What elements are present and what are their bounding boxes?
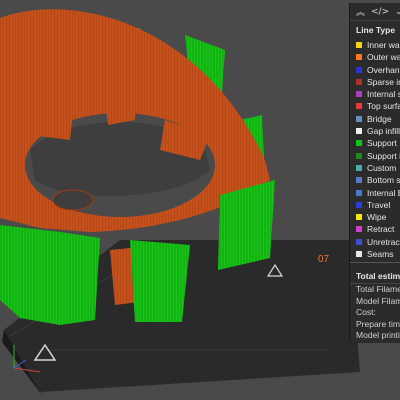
legend-swatch xyxy=(356,128,362,135)
legend-item[interactable]: Outer wa xyxy=(350,51,400,63)
legend-item-label: Gap infill xyxy=(367,126,400,137)
legend-item-label: Sparse in xyxy=(367,76,400,87)
legend-swatch xyxy=(356,42,362,48)
legend-swatch xyxy=(356,189,362,196)
estimation-row: Cost: xyxy=(356,307,376,318)
legend-item[interactable]: Wipe xyxy=(350,211,400,223)
code-brackets-icon[interactable]: </> xyxy=(371,7,389,17)
3d-viewport[interactable]: 07 xyxy=(0,0,400,400)
legend-item-label: Seams xyxy=(367,249,394,260)
legend-item[interactable]: Custom xyxy=(350,162,400,174)
divider xyxy=(350,262,400,269)
legend-item-label: Top surfa xyxy=(367,101,400,112)
legend-swatch xyxy=(356,54,362,61)
legend-item[interactable]: Retract xyxy=(350,223,400,235)
legend-swatch xyxy=(356,140,362,147)
legend-item-label: Unretract xyxy=(367,236,400,247)
legend-item[interactable]: Inner wal xyxy=(350,39,400,51)
legend-item[interactable]: Travel xyxy=(350,199,400,211)
legend-swatch xyxy=(356,78,362,85)
legend-item-label: Bridge xyxy=(367,113,392,124)
legend-item-label: Custom xyxy=(367,162,397,173)
legend-swatch xyxy=(356,66,362,73)
estimation-row: Model Filam xyxy=(356,295,400,306)
legend-item[interactable]: Seams xyxy=(350,248,400,260)
estimation-row: Prepare time xyxy=(356,318,400,329)
legend-item[interactable]: Sparse in xyxy=(350,76,400,88)
legend-item[interactable]: Support i xyxy=(350,150,400,162)
legend-swatch xyxy=(356,164,362,171)
legend-item[interactable]: Gap infill xyxy=(350,125,400,137)
legend-item-label: Bottom s xyxy=(367,175,400,186)
legend-swatch xyxy=(356,251,362,258)
legend-swatch xyxy=(356,177,362,184)
estimation-row: Total time: xyxy=(350,342,400,343)
double-chevron-up-icon[interactable]: ︽ xyxy=(356,5,365,18)
legend-swatch xyxy=(356,115,362,122)
chevron-down-icon[interactable]: ⌄ xyxy=(395,7,400,17)
legend-item[interactable]: Unretract xyxy=(350,236,400,248)
legend-item-label: Retract xyxy=(367,224,395,235)
legend-item[interactable]: Overhang xyxy=(350,64,400,76)
estimation-row: Model printi xyxy=(356,330,400,341)
legend-swatch xyxy=(356,91,362,98)
legend-item-label: Support i xyxy=(367,150,400,161)
legend-swatch xyxy=(356,226,362,233)
estimation-row: Total Filame xyxy=(356,284,400,295)
legend-item-label: Overhang xyxy=(367,64,400,75)
legend-toolbar: ︽ </> ⌄ xyxy=(350,3,400,21)
estimation-title: Total estima xyxy=(350,269,400,285)
legend-item-label: Support xyxy=(367,138,397,149)
plate-number: 07 xyxy=(318,254,330,265)
line-type-title: Line Type xyxy=(356,25,396,35)
legend-panel: ︽ </> ⌄ Line Type Inner wal Outer waOverh… xyxy=(349,3,400,343)
legend-item[interactable]: Bottom s xyxy=(350,174,400,186)
legend-swatch xyxy=(356,103,362,110)
legend-item-label: Inner wal xyxy=(367,40,400,50)
legend-item[interactable]: Internal s xyxy=(350,88,400,100)
legend-item-label: Internal B xyxy=(367,187,400,198)
legend-swatch xyxy=(356,152,362,159)
legend-item[interactable]: Bridge xyxy=(350,113,400,125)
legend-item-label: Travel xyxy=(367,199,391,210)
legend-item-label: Wipe xyxy=(367,212,387,223)
legend-swatch xyxy=(356,214,362,221)
legend-swatch xyxy=(356,201,362,208)
legend-item-label: Internal s xyxy=(367,89,400,100)
legend-item[interactable]: Top surfa xyxy=(350,100,400,112)
legend-item[interactable]: Internal B xyxy=(350,187,400,199)
legend-item-label: Outer wa xyxy=(367,52,400,63)
legend-swatch xyxy=(356,238,362,245)
legend-item[interactable]: Support xyxy=(350,137,400,149)
